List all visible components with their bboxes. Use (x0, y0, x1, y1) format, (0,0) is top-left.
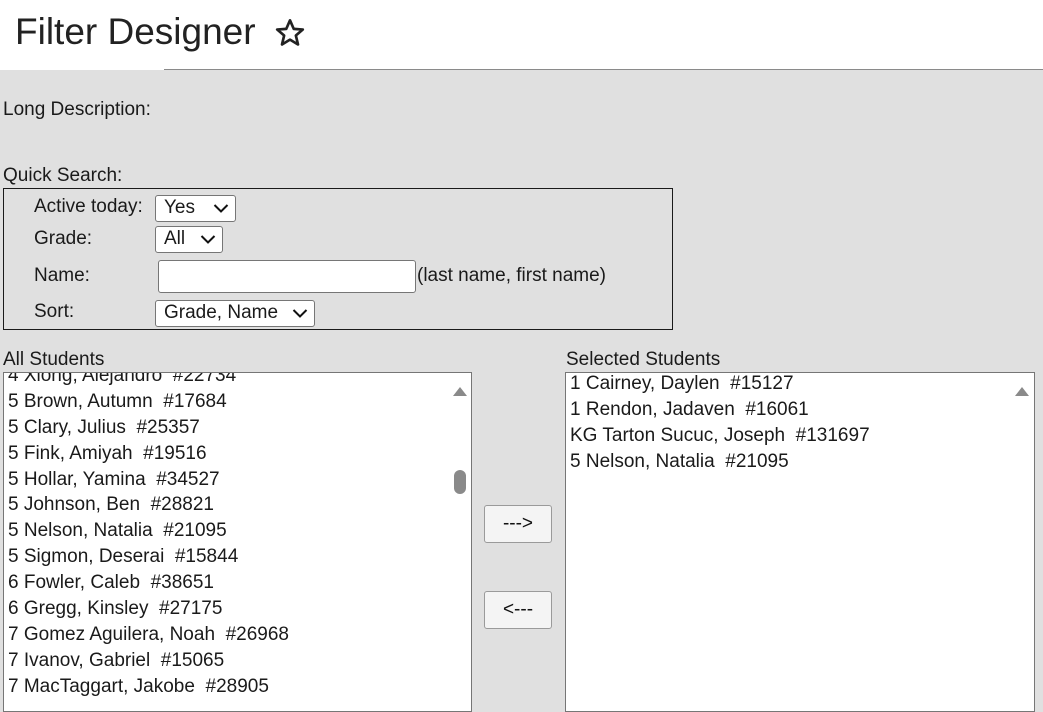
all-students-label: All Students (3, 349, 105, 370)
list-item[interactable]: 7 MacTaggart, Jakobe #28905 (4, 674, 289, 700)
chevron-down-icon (200, 235, 216, 244)
list-item[interactable]: KG Tarton Sucuc, Joseph #131697 (566, 423, 870, 449)
name-label: Name: (34, 265, 90, 286)
page-title: Filter Designer (15, 11, 256, 52)
list-item[interactable]: 5 Brown, Autumn #17684 (4, 389, 289, 415)
list-item[interactable]: 5 Hollar, Yamina #34527 (4, 467, 289, 493)
long-description-label: Long Description: (3, 99, 151, 120)
list-item[interactable]: 6 Gregg, Kinsley #27175 (4, 596, 289, 622)
quick-search-label: Quick Search: (3, 165, 123, 186)
all-students-list[interactable]: 4 Xiong, Alejandro #22734 5 Brown, Autum… (3, 372, 472, 712)
sort-label: Sort: (34, 301, 75, 322)
list-item[interactable]: 5 Sigmon, Deserai #15844 (4, 544, 289, 570)
list-item[interactable]: 5 Johnson, Ben #28821 (4, 492, 289, 518)
name-input[interactable] (158, 260, 416, 293)
selected-students-list[interactable]: 1 Cairney, Daylen #15127 1 Rendon, Jadav… (565, 372, 1035, 712)
list-item[interactable]: 5 Clary, Julius #25357 (4, 415, 289, 441)
sort-value: Grade, Name (164, 302, 279, 323)
remove-student-button[interactable]: <--- (484, 591, 552, 629)
grade-value: All (164, 228, 186, 249)
name-hint: (last name, first name) (417, 265, 606, 286)
active-today-select[interactable]: Yes (155, 195, 236, 222)
grade-select[interactable]: All (155, 226, 223, 253)
list-item[interactable]: 5 Nelson, Natalia #21095 (4, 518, 289, 544)
chevron-down-icon (292, 309, 308, 318)
quick-search-panel: Active today: Yes Grade: All Name: (last… (3, 188, 673, 330)
list-item[interactable]: 1 Rendon, Jadaven #16061 (566, 397, 870, 423)
active-today-value: Yes (164, 197, 195, 218)
all-students-items: 4 Xiong, Alejandro #22734 5 Brown, Autum… (4, 373, 289, 700)
list-item[interactable]: 4 Xiong, Alejandro #22734 (4, 373, 289, 389)
page-header: Filter Designer (0, 0, 1043, 70)
scroll-up-arrow[interactable] (1015, 387, 1029, 396)
list-item[interactable]: 6 Fowler, Caleb #38651 (4, 570, 289, 596)
active-today-label: Active today: (34, 196, 143, 217)
list-item[interactable]: 1 Cairney, Daylen #15127 (566, 373, 870, 397)
star-icon[interactable] (274, 17, 306, 49)
header-divider (164, 69, 1043, 70)
selected-students-label: Selected Students (566, 349, 721, 370)
add-student-button[interactable]: ---> (484, 505, 552, 543)
sort-select[interactable]: Grade, Name (155, 300, 315, 327)
list-item[interactable]: 7 Ivanov, Gabriel #15065 (4, 648, 289, 674)
chevron-down-icon (213, 204, 229, 213)
scroll-up-arrow[interactable] (453, 387, 467, 396)
scrollbar-thumb[interactable] (454, 470, 466, 494)
list-item[interactable]: 7 Gomez Aguilera, Noah #26968 (4, 622, 289, 648)
list-item[interactable]: 5 Fink, Amiyah #19516 (4, 441, 289, 467)
list-item[interactable]: 5 Nelson, Natalia #21095 (566, 449, 870, 475)
selected-students-items: 1 Cairney, Daylen #15127 1 Rendon, Jadav… (566, 373, 870, 475)
grade-label: Grade: (34, 228, 93, 249)
